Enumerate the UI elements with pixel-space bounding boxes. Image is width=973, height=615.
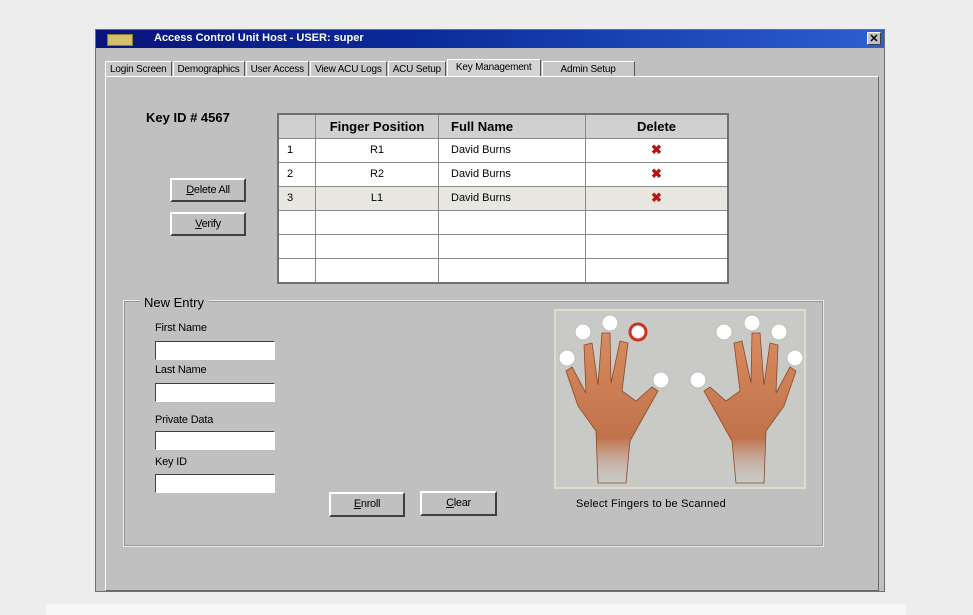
- last-name-field[interactable]: [155, 383, 275, 402]
- finger-r1-button[interactable]: [689, 371, 707, 389]
- delete-cell: ✖: [585, 138, 729, 163]
- tab-view-acu-logs[interactable]: View ACU Logs: [309, 61, 387, 77]
- delete-all-mnemonic: D: [186, 184, 194, 196]
- private-data-label: Private Data: [155, 414, 214, 426]
- empty-cell: [585, 257, 729, 284]
- page-bottom-strip: [46, 604, 906, 615]
- row-number: 3: [277, 185, 316, 211]
- table-row-empty[interactable]: [277, 233, 729, 259]
- finger-r4-button[interactable]: [770, 323, 788, 341]
- empty-cell: [438, 233, 586, 259]
- finger-selector-caption: Select Fingers to be Scanned: [576, 498, 726, 510]
- finger-l3-button[interactable]: [601, 314, 619, 332]
- first-name-field[interactable]: [155, 341, 275, 360]
- finger-r5-button[interactable]: [786, 349, 804, 367]
- finger-position-cell: L1: [315, 185, 439, 211]
- tab-login-screen[interactable]: Login Screen: [105, 61, 172, 77]
- key-id-field[interactable]: [155, 474, 275, 493]
- table-row[interactable]: 3 L1 David Burns ✖: [277, 185, 729, 211]
- tab-user-access[interactable]: User Access: [245, 61, 309, 77]
- full-name-cell: David Burns: [438, 138, 586, 163]
- key-id-field-label: Key ID: [155, 456, 187, 468]
- empty-cell: [315, 257, 439, 284]
- delete-icon[interactable]: ✖: [651, 190, 662, 205]
- delete-all-button[interactable]: Delete All: [170, 178, 246, 202]
- delete-all-label: elete All: [193, 184, 230, 196]
- delete-icon[interactable]: ✖: [651, 166, 662, 181]
- finger-r2-button[interactable]: [715, 323, 733, 341]
- title-bar[interactable]: Access Control Unit Host - USER: super ✕: [96, 30, 884, 48]
- empty-cell: [438, 209, 586, 235]
- clear-mnemonic: C: [446, 497, 454, 509]
- key-finger-table: Finger Position Full Name Delete 1 R1 Da…: [277, 113, 729, 284]
- finger-position-cell: R1: [315, 138, 439, 163]
- tab-key-management[interactable]: Key Management: [446, 59, 541, 77]
- empty-cell: [277, 257, 316, 284]
- empty-cell: [585, 209, 729, 235]
- column-header-finger-position[interactable]: Finger Position: [315, 113, 439, 139]
- table-row[interactable]: 2 R2 David Burns ✖: [277, 161, 729, 187]
- delete-cell: ✖: [585, 161, 729, 187]
- table-header-row: Finger Position Full Name Delete: [277, 113, 729, 139]
- finger-r3-button[interactable]: [743, 314, 761, 332]
- empty-cell: [315, 233, 439, 259]
- empty-cell: [277, 209, 316, 235]
- full-name-cell: David Burns: [438, 185, 586, 211]
- clear-label: lear: [453, 497, 471, 509]
- column-header-full-name[interactable]: Full Name: [438, 113, 586, 139]
- clear-button[interactable]: Clear: [420, 491, 497, 516]
- private-data-field[interactable]: [155, 431, 275, 450]
- new-entry-title: New Entry: [139, 295, 209, 310]
- full-name-cell: David Burns: [438, 161, 586, 187]
- row-number: 2: [277, 161, 316, 187]
- enroll-mnemonic: E: [353, 498, 361, 510]
- empty-cell: [315, 209, 439, 235]
- finger-l5-button[interactable]: [558, 349, 576, 367]
- app-window: Access Control Unit Host - USER: super ✕…: [95, 29, 885, 592]
- finger-l4-button[interactable]: [574, 323, 592, 341]
- table-row-empty[interactable]: [277, 209, 729, 235]
- enroll-label: nroll: [360, 498, 381, 510]
- delete-cell: ✖: [585, 185, 729, 211]
- table-row[interactable]: 1 R1 David Burns ✖: [277, 138, 729, 163]
- app-icon: [107, 34, 133, 46]
- last-name-label: Last Name: [155, 364, 207, 376]
- left-hand-icon: [565, 332, 659, 484]
- delete-icon[interactable]: ✖: [651, 142, 662, 157]
- hands-image: [558, 314, 804, 484]
- row-number: 1: [277, 138, 316, 163]
- close-icon[interactable]: ✕: [867, 32, 881, 45]
- empty-cell: [438, 257, 586, 284]
- finger-l1-button[interactable]: [652, 371, 670, 389]
- window-title: Access Control Unit Host - USER: super: [154, 32, 364, 44]
- tab-strip: Login Screen Demographics User Access View …: [105, 59, 636, 77]
- finger-selector-panel: [554, 309, 806, 489]
- tab-admin-setup[interactable]: Admin Setup: [541, 61, 635, 77]
- empty-cell: [585, 233, 729, 259]
- verify-label: erify: [201, 218, 222, 230]
- finger-l2-button-selected[interactable]: [628, 322, 648, 342]
- first-name-label: First Name: [155, 322, 207, 334]
- column-header-delete[interactable]: Delete: [585, 113, 729, 139]
- table-row-empty[interactable]: [277, 257, 729, 284]
- key-id-label: Key ID # 4567: [146, 110, 230, 125]
- right-hand-icon: [703, 332, 797, 484]
- column-header-index: [277, 113, 316, 139]
- empty-cell: [277, 233, 316, 259]
- verify-button[interactable]: Verify: [170, 212, 246, 236]
- tab-acu-setup[interactable]: ACU Setup: [387, 61, 446, 77]
- enroll-button[interactable]: Enroll: [329, 492, 405, 517]
- tab-demographics[interactable]: Demographics: [172, 61, 245, 77]
- finger-position-cell: R2: [315, 161, 439, 187]
